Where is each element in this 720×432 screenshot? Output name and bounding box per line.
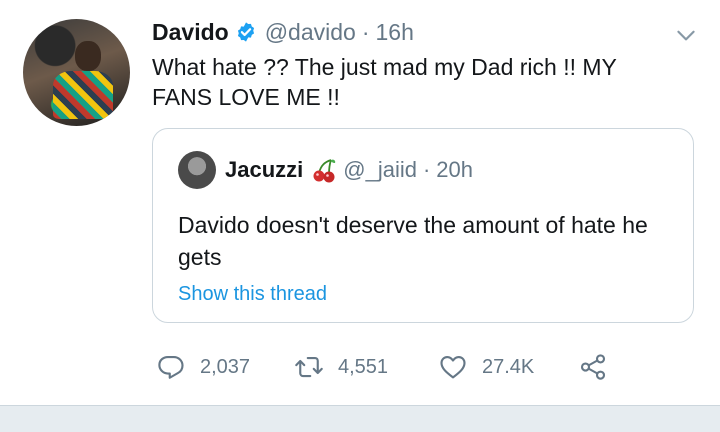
avatar-face	[75, 41, 101, 71]
quoted-tweet-header: Jacuzzi @_jaiid · 20h	[225, 156, 473, 184]
author-avatar[interactable]	[23, 19, 130, 126]
quoted-tweet-text: Davido doesn't deserve the amount of hat…	[178, 212, 648, 270]
tweet-text: What hate ?? The just mad my Dad rich !!…	[152, 54, 617, 110]
share-button[interactable]	[578, 350, 608, 384]
quoted-tweet[interactable]: Jacuzzi @_jaiid · 20h Davido doesn't des…	[152, 128, 694, 323]
reply-count: 2,037	[200, 355, 251, 378]
tweet[interactable]: Davido @davido · 16h What hate ?? The ju…	[0, 0, 720, 405]
quoted-author-avatar[interactable]	[178, 151, 216, 189]
cherries-icon	[311, 157, 337, 183]
quoted-timestamp: 20h	[436, 157, 474, 182]
avatar-shirt	[53, 71, 113, 119]
author-name[interactable]: Davido	[152, 19, 229, 46]
timeline-divider	[0, 405, 720, 432]
like-count: 27.4K	[482, 355, 535, 378]
tweet-header: Davido @davido · 16h	[152, 17, 414, 47]
verified-badge-icon	[235, 21, 257, 43]
quoted-author-name: Jacuzzi	[225, 157, 304, 182]
quoted-separator-dot: ·	[422, 157, 431, 182]
retweet-count: 4,551	[338, 355, 389, 378]
retweet-icon	[295, 356, 323, 378]
retweet-button[interactable]: 4,551	[294, 350, 388, 384]
author-handle[interactable]: @davido	[265, 19, 356, 46]
reply-button[interactable]: 2,037	[156, 350, 250, 384]
show-thread-link[interactable]: Show this thread	[178, 283, 327, 306]
share-icon	[580, 354, 606, 380]
heart-icon	[440, 355, 466, 379]
reply-icon	[158, 355, 184, 379]
separator-dot: ·	[361, 18, 370, 45]
tweet-timestamp[interactable]: 16h	[375, 19, 413, 46]
like-button[interactable]: 27.4K	[438, 350, 534, 384]
quoted-author-handle: @_jaiid	[343, 157, 417, 182]
chevron-down-icon[interactable]	[673, 22, 699, 48]
